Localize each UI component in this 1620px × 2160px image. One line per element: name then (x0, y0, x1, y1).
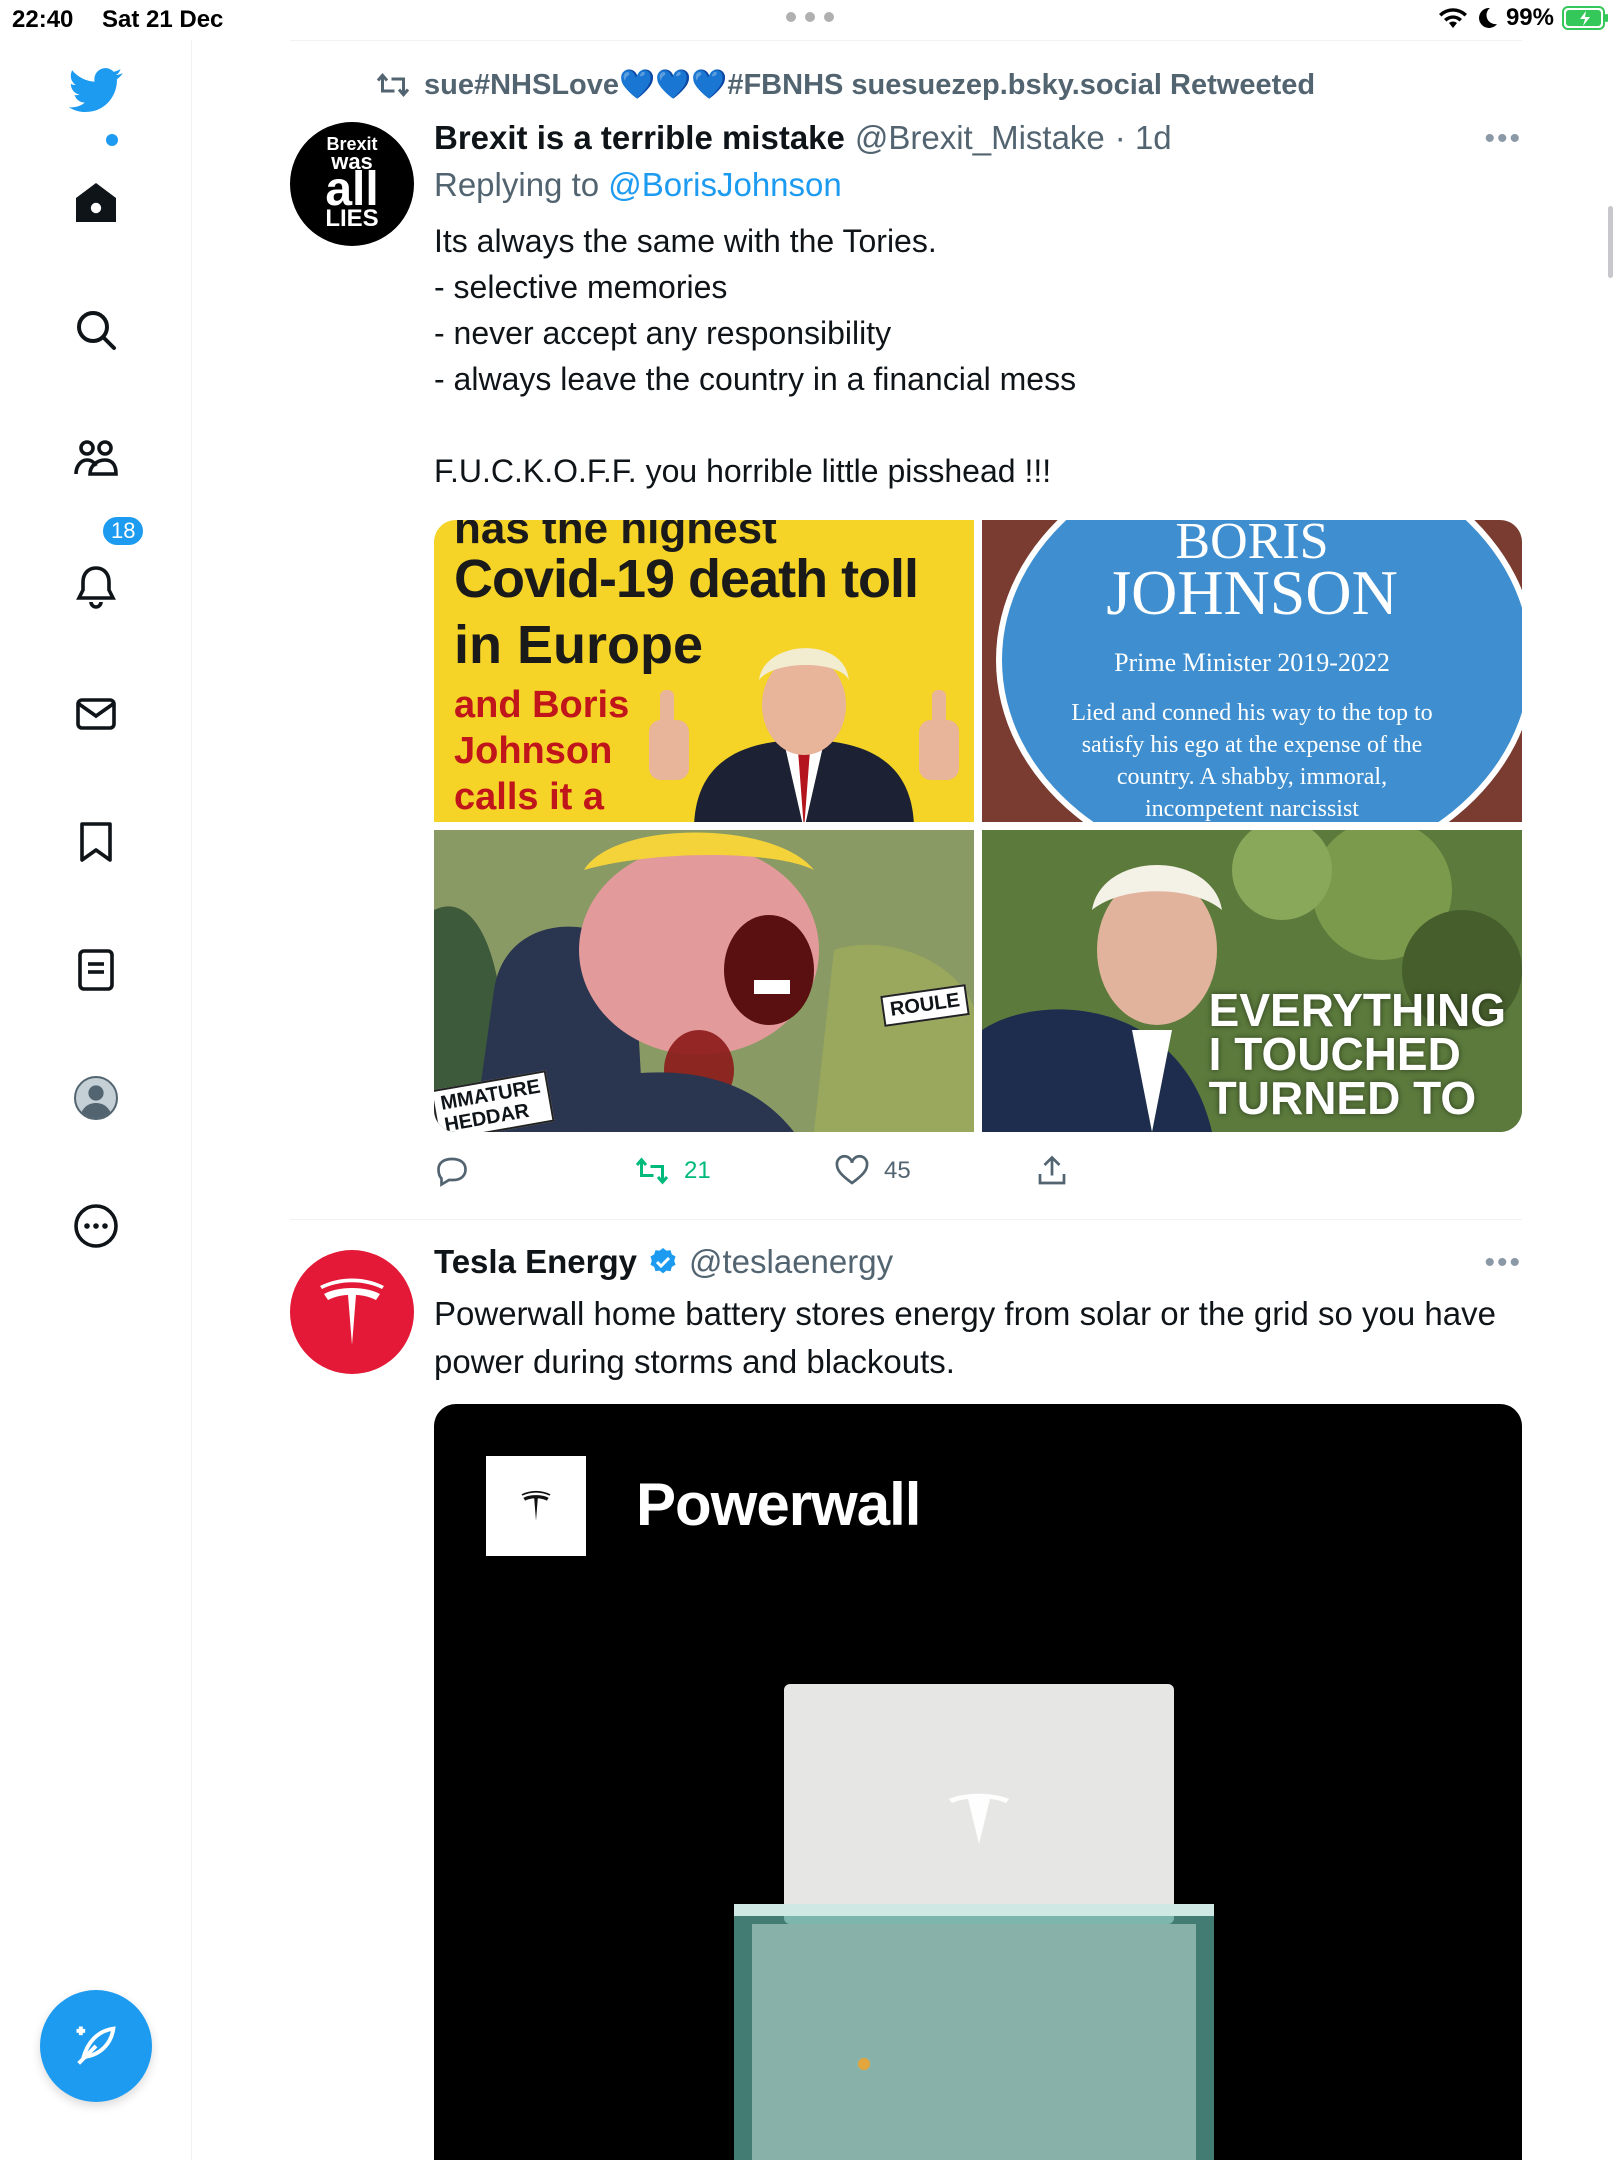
notifications-badge: 18 (100, 514, 147, 548)
media-text: Prime Minister 2019-2022 (1114, 648, 1390, 677)
status-date: Sat 21 Dec (102, 6, 224, 33)
avatar-brexit[interactable]: Brexit was all LIES (290, 122, 414, 246)
reply-icon (437, 1157, 467, 1187)
media-text: Johnson (454, 730, 613, 772)
retweeted-by-text[interactable]: sue#NHSLove💙💙💙#FBNHS suesuezep.bsky.soci… (424, 68, 1315, 102)
battery-icon (1562, 6, 1608, 30)
compose-feather-icon (76, 2026, 116, 2065)
author-handle[interactable]: @teslaenergy (689, 1242, 893, 1282)
media-text: TURNED TO (1208, 1072, 1477, 1124)
multitask-dots[interactable] (786, 12, 834, 24)
tweet-actions: 21 45 (434, 1146, 1154, 1196)
tweet-more-icon[interactable]: ••• (1484, 1246, 1522, 1280)
media-text: Covid-19 death toll (454, 549, 919, 609)
tweet-tesla[interactable]: Tesla Energy @teslaenergy ••• Powerwall … (290, 1220, 1522, 2160)
like-count: 45 (884, 1157, 911, 1184)
share-icon (1038, 1155, 1066, 1185)
tweet-text: Its always the same with the Tories. - s… (434, 223, 1077, 489)
retweet-context: sue#NHSLove💙💙💙#FBNHS suesuezep.bsky.soci… (374, 68, 1315, 102)
tweet-text: Powerwall home battery stores energy fro… (434, 1295, 1496, 1380)
author-handle[interactable]: @Brexit_Mistake (855, 118, 1105, 158)
tweet-media-grid[interactable]: has the highest Covid-19 death toll in E… (434, 520, 1522, 1132)
retweet-button[interactable]: 21 (634, 1153, 711, 1189)
scrollbar[interactable] (1608, 206, 1613, 278)
media-cartoon[interactable]: ROULE MMATURE HEDDAR (434, 830, 974, 1132)
tweet-body: Brexit is a terrible mistake @Brexit_Mis… (434, 118, 1522, 494)
more-options-icon[interactable] (66, 1196, 126, 1256)
status-time: 22:40 (12, 6, 74, 33)
powerwall-title: Powerwall (636, 1471, 921, 1538)
avatar-text-3: all (325, 163, 379, 216)
media-text: JOHNSON (1106, 557, 1398, 628)
profile-avatar-icon[interactable] (66, 1068, 126, 1128)
reply-button[interactable] (434, 1153, 470, 1189)
share-button[interactable] (1034, 1153, 1070, 1189)
retweet-icon (376, 72, 410, 98)
replying-to-handle[interactable]: @BorisJohnson (608, 166, 841, 203)
verified-badge-icon (650, 1248, 676, 1274)
avatar-text-4: LIES (325, 205, 379, 232)
status-bar: 22:40 Sat 21 Dec 99% (0, 0, 1620, 40)
tweet-time: · 1d (1114, 119, 1172, 156)
powerwall-product-image (734, 1684, 1214, 2160)
media-text: calls it a (454, 776, 604, 818)
media-text: satisfy his ego at the expense of the (1081, 732, 1423, 758)
author-name[interactable]: Brexit is a terrible mistake (434, 118, 845, 158)
media-text: EVERYTHING (1208, 984, 1506, 1036)
wifi-icon (1438, 8, 1467, 28)
media-text: Lied and conned his way to the top to (1071, 700, 1433, 726)
media-everything-touched[interactable]: EVERYTHING I TOUCHED TURNED TO (982, 830, 1522, 1132)
media-blue-plaque[interactable]: BORIS JOHNSON Prime Minister 2019-2022 L… (982, 520, 1522, 822)
messages-icon[interactable] (66, 684, 126, 744)
notifications-bell-icon[interactable] (66, 556, 126, 616)
lists-icon[interactable] (66, 940, 126, 1000)
replying-prefix: Replying to (434, 166, 600, 203)
media-text: and Boris (454, 684, 630, 726)
media-text: country. A shabby, immoral, (1116, 764, 1388, 790)
tweet-media-video[interactable]: Powerwall (434, 1404, 1522, 2160)
tweet-body: Tesla Energy @teslaenergy ••• Powerwall … (434, 1242, 1522, 1386)
boris-thumbs-up-figure (649, 648, 959, 822)
twitter-logo-icon[interactable] (66, 60, 126, 120)
search-icon[interactable] (66, 300, 126, 360)
author-name[interactable]: Tesla Energy (434, 1242, 637, 1282)
replying-to: Replying to @BorisJohnson (434, 166, 1522, 204)
moon-icon (1478, 7, 1497, 28)
avatar-tesla[interactable] (290, 1250, 414, 1374)
tweet-header: Tesla Energy @teslaenergy (434, 1242, 1522, 1282)
home-unread-dot (106, 134, 118, 146)
media-text: I TOUCHED (1208, 1028, 1461, 1080)
media-text: incompetent narcissist (1145, 796, 1359, 822)
status-right: 99% (1438, 4, 1610, 32)
heart-icon (835, 1154, 869, 1185)
tweet-header: Brexit is a terrible mistake @Brexit_Mis… (434, 118, 1522, 158)
home-icon[interactable] (66, 172, 126, 232)
communities-icon[interactable] (66, 428, 126, 488)
media-covid-poster[interactable]: has the highest Covid-19 death toll in E… (434, 520, 974, 822)
tesla-logo-box (486, 1456, 586, 1556)
like-button[interactable]: 45 (834, 1153, 911, 1189)
bookmark-icon[interactable] (66, 812, 126, 872)
battery-percent: 99% (1505, 4, 1554, 31)
tweet-more-icon[interactable]: ••• (1484, 122, 1522, 156)
retweet-icon (635, 1157, 669, 1185)
tesla-logo-icon (320, 1278, 384, 1345)
tweet-brexit[interactable]: sue#NHSLove💙💙💙#FBNHS suesuezep.bsky.soci… (290, 40, 1522, 1220)
compose-tweet-button[interactable] (40, 1990, 152, 2102)
retweet-count: 21 (684, 1157, 711, 1184)
tesla-logo-icon (521, 1490, 551, 1521)
